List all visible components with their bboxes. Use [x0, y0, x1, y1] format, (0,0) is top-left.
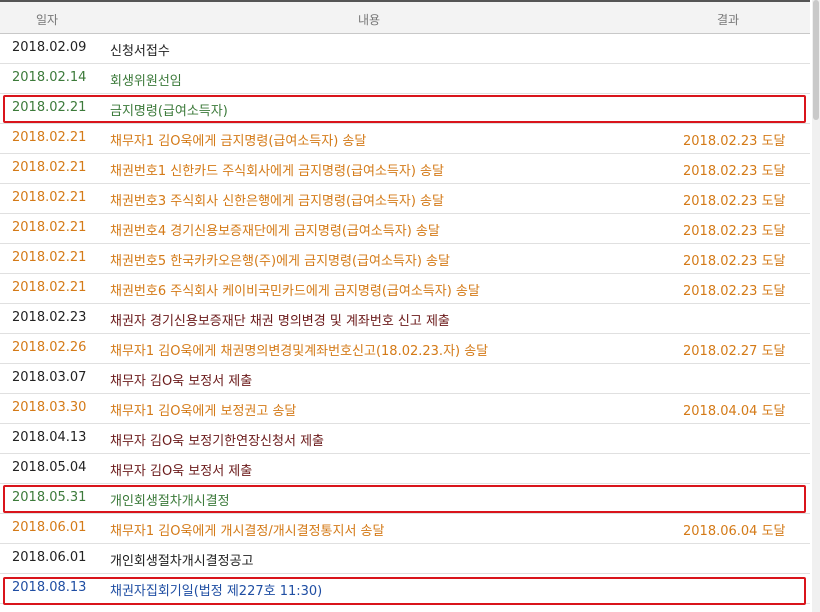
row-date: 2018.06.01: [12, 550, 87, 565]
table-row: 2018.02.26 채무자1 김O욱에게 채권명의변경및계좌번호신고(18.0…: [0, 334, 810, 364]
header-result: 결과: [717, 13, 740, 27]
table-row: 2018.06.01 채무자1 김O욱에게 개시결정/개시결정통지서 송달 20…: [0, 514, 810, 544]
row-date: 2018.03.30: [12, 400, 87, 415]
row-content: 채무자1 김O욱에게 개시결정/개시결정통지서 송달: [110, 524, 385, 539]
row-content: 신청서접수: [110, 44, 170, 59]
table-row: 2018.02.09 신청서접수: [0, 34, 810, 64]
row-date: 2018.02.21: [12, 280, 87, 295]
row-result: 2018.06.04 도달: [683, 524, 786, 539]
table-row: 2018.02.14 회생위원선임: [0, 64, 810, 94]
row-content: 채무자1 김O욱에게 금지명령(급여소득자) 송달: [110, 134, 367, 149]
row-result: 2018.02.23 도달: [683, 134, 786, 149]
vertical-scrollbar[interactable]: [812, 0, 820, 612]
row-content: 채무자1 김O욱에게 보정권고 송달: [110, 404, 297, 419]
row-date: 2018.05.31: [12, 490, 87, 505]
table-row: 2018.02.21 채권번호6 주식회사 케이비국민카드에게 금지명령(급여소…: [0, 274, 810, 304]
header-date: 일자: [36, 13, 59, 27]
table-row: 2018.02.21 채권번호4 경기신용보증재단에게 금지명령(급여소득자) …: [0, 214, 810, 244]
row-content: 채권번호3 주식회사 신한은행에게 금지명령(급여소득자) 송달: [110, 194, 444, 209]
table-row: 2018.02.21 채권번호3 주식회사 신한은행에게 금지명령(급여소득자)…: [0, 184, 810, 214]
table-row: 2018.03.30 채무자1 김O욱에게 보정권고 송달 2018.04.04…: [0, 394, 810, 424]
row-date: 2018.03.07: [12, 370, 87, 385]
row-content: 회생위원선임: [110, 74, 182, 89]
row-content: 채무자 김O욱 보정서 제출: [110, 464, 253, 479]
table-row: 2018.02.23 채권자 경기신용보증재단 채권 명의변경 및 계좌번호 신…: [0, 304, 810, 334]
row-content: 개인회생절차개시결정공고: [110, 554, 254, 569]
row-result: 2018.02.23 도달: [683, 284, 786, 299]
row-date: 2018.02.26: [12, 340, 87, 355]
case-history-table: 일자 내용 결과 2018.02.09 신청서접수 2018.02.14 회생위…: [0, 0, 810, 605]
row-result: 2018.04.04 도달: [683, 404, 786, 419]
row-date: 2018.02.21: [12, 100, 87, 115]
row-date: 2018.02.23: [12, 310, 87, 325]
scrollbar-thumb[interactable]: [813, 0, 819, 120]
row-content: 채권자 경기신용보증재단 채권 명의변경 및 계좌번호 신고 제출: [110, 314, 450, 329]
row-content: 채권번호1 신한카드 주식회사에게 금지명령(급여소득자) 송달: [110, 164, 444, 179]
table-row: 2018.02.21 채권번호1 신한카드 주식회사에게 금지명령(급여소득자)…: [0, 154, 810, 184]
row-content: 채권번호6 주식회사 케이비국민카드에게 금지명령(급여소득자) 송달: [110, 284, 480, 299]
table-row: 2018.02.21 채무자1 김O욱에게 금지명령(급여소득자) 송달 201…: [0, 124, 810, 154]
row-result: 2018.02.23 도달: [683, 224, 786, 239]
row-content: 채무자 김O욱 보정기한연장신청서 제출: [110, 434, 324, 449]
row-content: 금지명령(급여소득자): [110, 104, 228, 119]
row-date: 2018.08.13: [12, 580, 87, 595]
row-date: 2018.02.21: [12, 130, 87, 145]
row-date: 2018.02.21: [12, 190, 87, 205]
row-date: 2018.05.04: [12, 460, 87, 475]
table-row: 2018.02.21 채권번호5 한국카카오은행(주)에게 금지명령(급여소득자…: [0, 244, 810, 274]
row-content: 채무자1 김O욱에게 채권명의변경및계좌번호신고(18.02.23.자) 송달: [110, 344, 489, 359]
row-content: 채무자 김O욱 보정서 제출: [110, 374, 253, 389]
row-date: 2018.06.01: [12, 520, 87, 535]
table-row: 2018.03.07 채무자 김O욱 보정서 제출: [0, 364, 810, 394]
header-content: 내용: [358, 13, 381, 27]
row-result: 2018.02.23 도달: [683, 254, 786, 269]
row-content: 채권번호5 한국카카오은행(주)에게 금지명령(급여소득자) 송달: [110, 254, 450, 269]
table-row: 2018.05.31 개인회생절차개시결정: [0, 484, 810, 514]
table-row: 2018.08.13 채권자집회기일(법정 제227호 11:30): [0, 574, 810, 604]
row-result: 2018.02.27 도달: [683, 344, 786, 359]
table-header: 일자 내용 결과: [0, 0, 810, 34]
row-date: 2018.02.21: [12, 160, 87, 175]
table-row: 2018.06.01 개인회생절차개시결정공고: [0, 544, 810, 574]
row-date: 2018.02.21: [12, 220, 87, 235]
row-date: 2018.02.21: [12, 250, 87, 265]
row-content: 개인회생절차개시결정: [110, 494, 230, 509]
row-date: 2018.02.09: [12, 40, 87, 55]
row-date: 2018.02.14: [12, 70, 87, 85]
table-row: 2018.04.13 채무자 김O욱 보정기한연장신청서 제출: [0, 424, 810, 454]
row-result: 2018.02.23 도달: [683, 194, 786, 209]
row-content: 채권번호4 경기신용보증재단에게 금지명령(급여소득자) 송달: [110, 224, 440, 239]
row-content: 채권자집회기일(법정 제227호 11:30): [110, 584, 323, 599]
row-date: 2018.04.13: [12, 430, 87, 445]
row-result: 2018.02.23 도달: [683, 164, 786, 179]
table-row: 2018.05.04 채무자 김O욱 보정서 제출: [0, 454, 810, 484]
table-row: 2018.02.21 금지명령(급여소득자): [0, 94, 810, 124]
